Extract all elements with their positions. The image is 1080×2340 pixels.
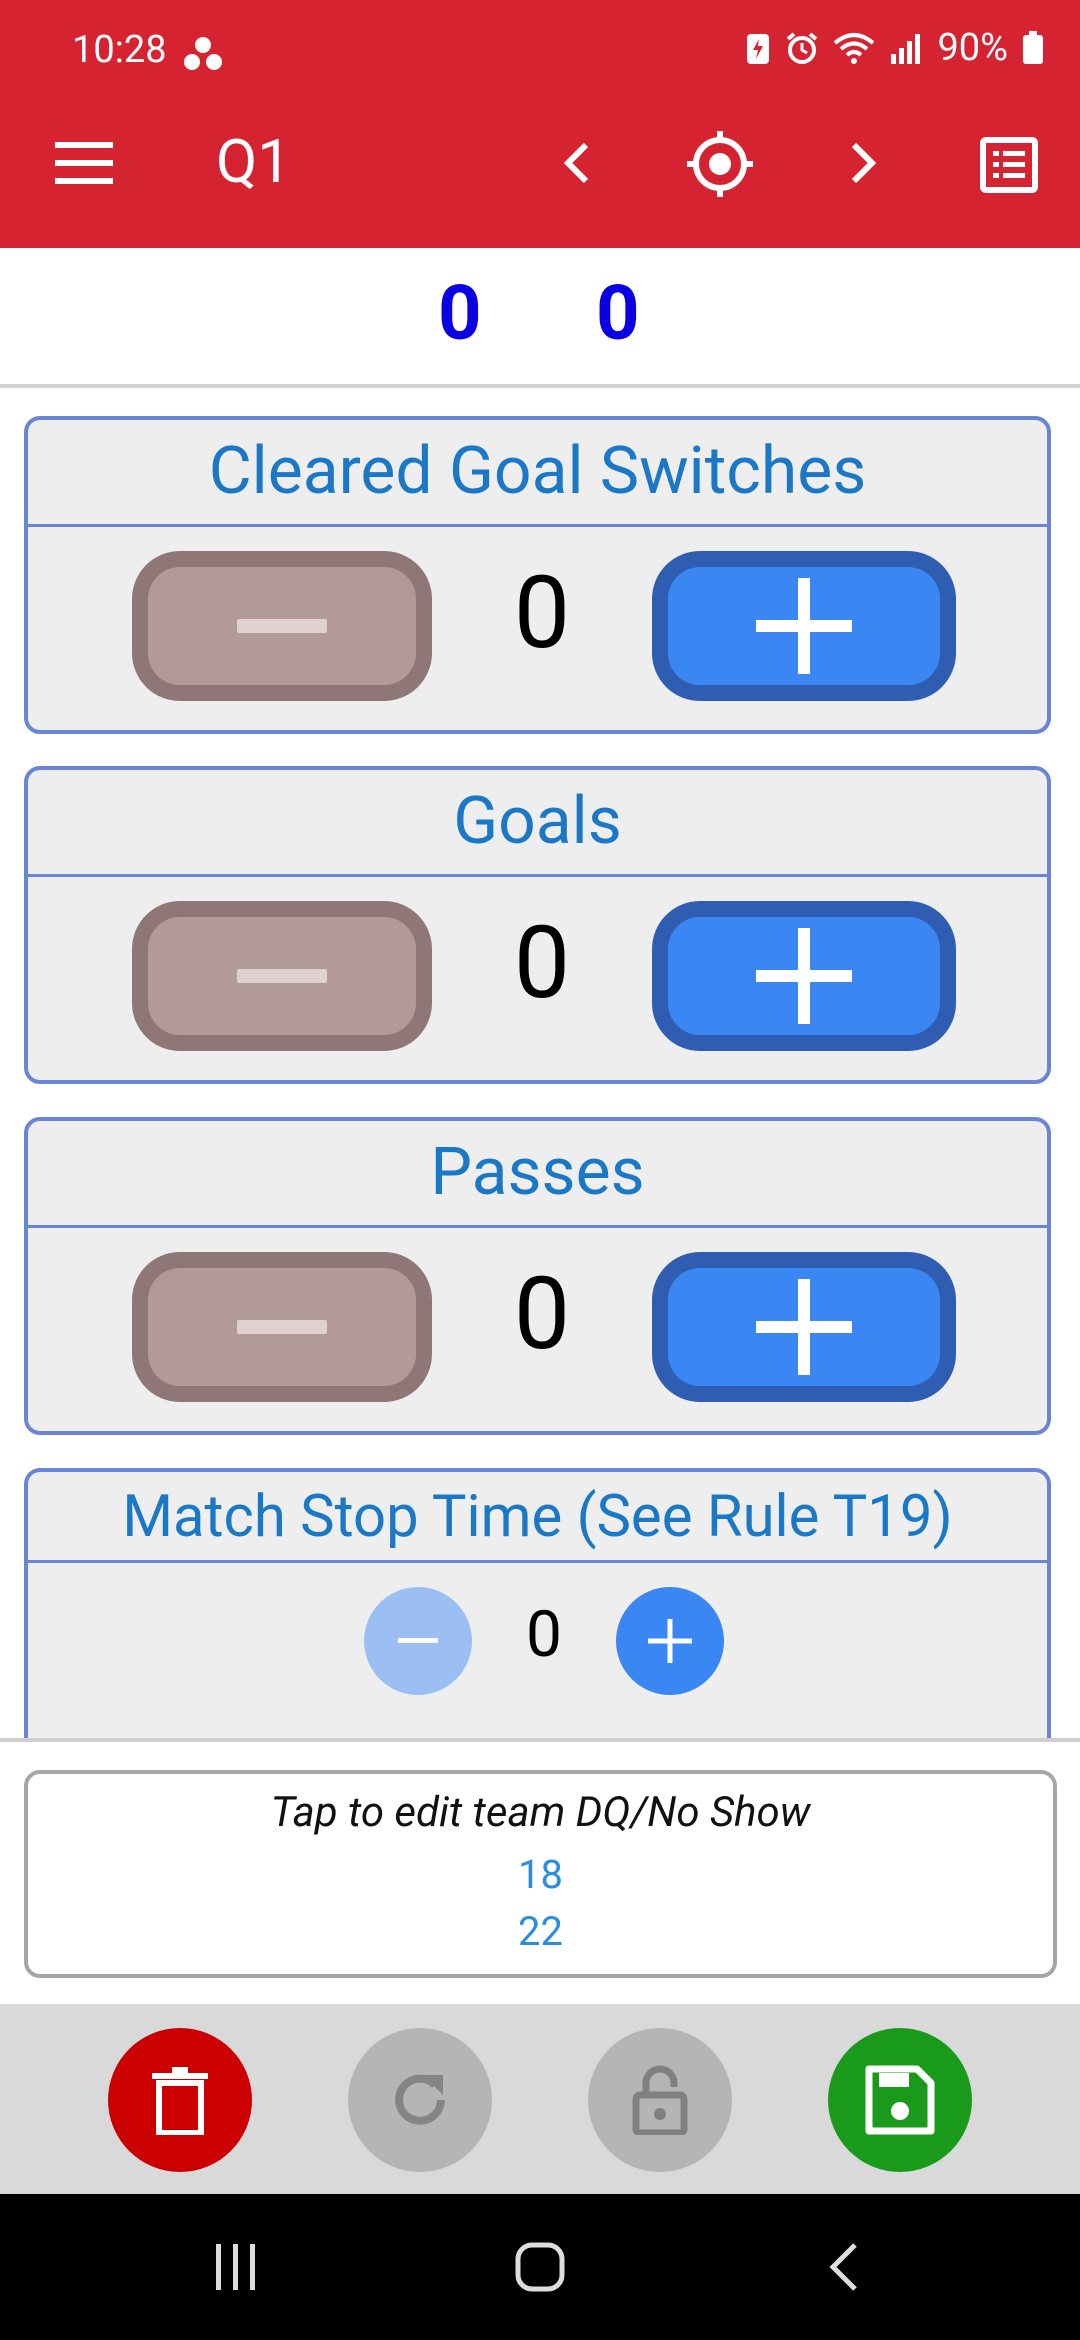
list-icon[interactable]: [974, 130, 1044, 200]
status-icons: 90%: [745, 26, 1044, 70]
increment-button[interactable]: [616, 1587, 724, 1695]
delete-button[interactable]: [108, 2028, 252, 2172]
counter: 0: [28, 1563, 1047, 1713]
recent-apps-button[interactable]: [200, 2194, 272, 2340]
counter-card-cleared-goal-switches: Cleared Goal Switches 0: [24, 416, 1051, 734]
counter-card-passes: Passes 0: [24, 1117, 1051, 1435]
score-left: 0: [438, 268, 482, 358]
counter-value: 0: [526, 1597, 562, 1672]
counter-value: 0: [513, 1256, 571, 1373]
app-title: Q1: [216, 126, 291, 197]
counter-card-goals: Goals 0: [24, 766, 1051, 1084]
score-row: 0 0: [0, 248, 1080, 386]
plus-icon: [756, 1279, 852, 1375]
minus-icon: [237, 969, 327, 983]
save-icon: [865, 2065, 935, 2135]
decrement-button[interactable]: [132, 551, 432, 701]
back-button[interactable]: [818, 2194, 868, 2340]
counter: 0: [28, 1228, 1047, 1428]
battery-percent: 90%: [937, 26, 1008, 70]
back-icon: [829, 2243, 857, 2291]
notification-dots-icon: [184, 37, 222, 70]
battery-saver-icon: [747, 34, 770, 64]
bottom-toolbar: [0, 2004, 1080, 2194]
increment-button[interactable]: [652, 901, 956, 1051]
wifi-icon: [834, 33, 875, 64]
plus-icon: [648, 1619, 692, 1663]
minus-icon: [237, 619, 327, 633]
decrement-button[interactable]: [132, 901, 432, 1051]
card-title: Goals: [28, 770, 1047, 877]
decrement-button[interactable]: [364, 1587, 472, 1695]
plus-icon: [756, 578, 852, 674]
signal-icon: [891, 34, 921, 64]
save-button[interactable]: [828, 2028, 972, 2172]
refresh-button[interactable]: [348, 2028, 492, 2172]
system-nav-bar: [0, 2194, 1080, 2340]
counter: 0: [28, 877, 1047, 1077]
scroll-divider: [0, 1738, 1080, 1742]
counter-value: 0: [513, 555, 571, 672]
card-title: Passes: [28, 1121, 1047, 1228]
recent-apps-icon: [216, 2244, 255, 2290]
home-button[interactable]: [500, 2194, 580, 2340]
menu-icon[interactable]: [44, 128, 124, 198]
top-bar: 10:28 90% Q1: [0, 0, 1080, 248]
minus-icon: [237, 1320, 327, 1334]
status-time: 10:28: [72, 28, 167, 72]
trash-icon: [152, 2067, 208, 2135]
lock-button[interactable]: [588, 2028, 732, 2172]
home-icon: [515, 2242, 565, 2292]
dq-title: Tap to edit team DQ/No Show: [270, 1788, 811, 1837]
crosshair-icon[interactable]: [680, 126, 760, 202]
decrement-button[interactable]: [132, 1252, 432, 1402]
card-title: Cleared Goal Switches: [28, 420, 1047, 527]
chevron-right-icon[interactable]: [836, 128, 892, 198]
increment-button[interactable]: [652, 1252, 956, 1402]
counter: 0: [28, 527, 1047, 727]
alarm-icon: [787, 32, 818, 64]
counter-value: 0: [513, 905, 571, 1022]
chevron-left-icon[interactable]: [548, 128, 604, 198]
refresh-icon: [395, 2074, 445, 2125]
score-right: 0: [596, 268, 640, 358]
dq-team[interactable]: 18: [28, 1851, 1053, 1898]
minus-icon: [398, 1638, 438, 1643]
dq-team[interactable]: 22: [28, 1908, 1053, 1955]
divider: [0, 384, 1080, 388]
lock-open-icon: [632, 2065, 688, 2135]
battery-icon: [1023, 31, 1043, 64]
increment-button[interactable]: [652, 551, 956, 701]
dq-no-show-panel[interactable]: Tap to edit team DQ/No Show 18 22: [24, 1770, 1057, 1978]
counter-card-match-stop-time: Match Stop Time (See Rule T19) 0: [24, 1468, 1051, 1742]
card-title: Match Stop Time (See Rule T19): [28, 1472, 1047, 1563]
plus-icon: [756, 928, 852, 1024]
